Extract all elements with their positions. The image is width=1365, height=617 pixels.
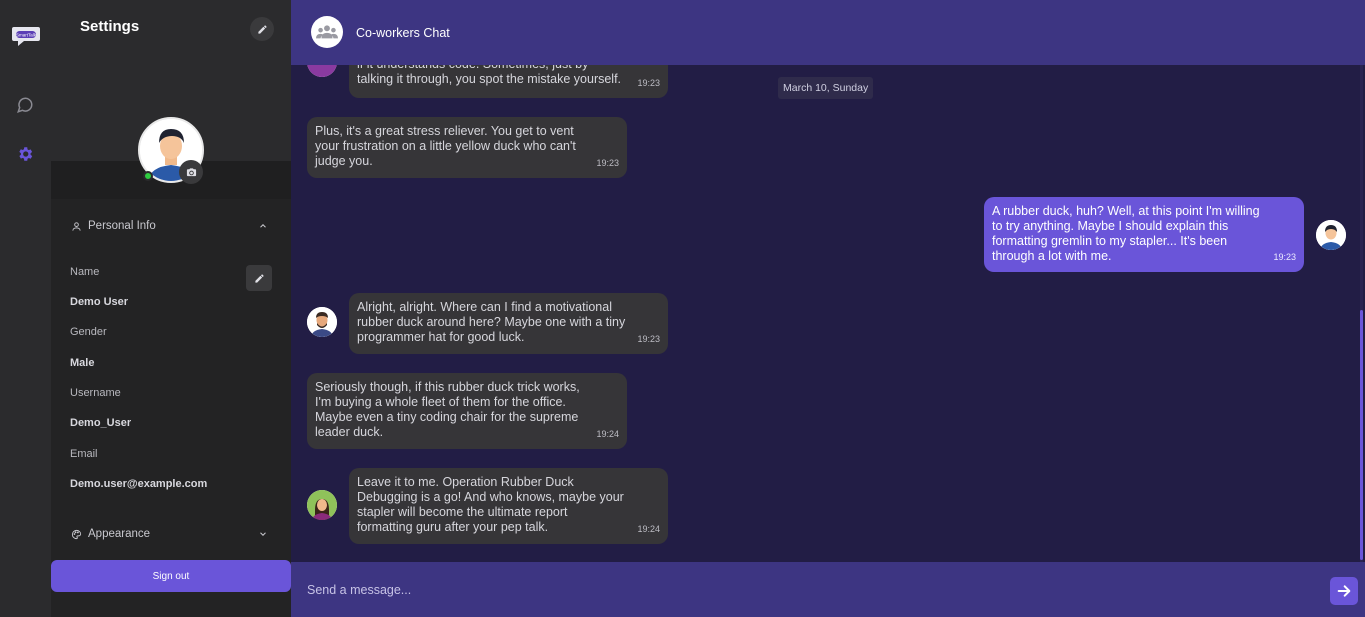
message-text: if it understands code. Sometimes, just … [357,65,622,86]
sender-avatar [307,307,337,337]
message-bubble: Plus, it's a great stress reliever. You … [307,117,627,178]
sign-out-button[interactable]: Sign out [51,560,291,592]
gear-icon[interactable] [14,143,36,165]
send-button[interactable] [1330,577,1358,605]
nav-rail: SmartTalk [0,0,51,617]
appearance-toggle[interactable]: Appearance [70,524,270,544]
message-time: 19:23 [637,78,660,88]
message-text: Alright, alright. Where can I find a mot… [357,300,626,344]
settings-title: Settings [80,18,140,35]
settings-panel: Settings Personal Info Name Demo User Ge… [51,0,291,617]
chat-title: Co-workers Chat [356,26,450,40]
message-text: Plus, it's a great stress reliever. You … [315,124,576,168]
pencil-icon [257,24,267,34]
message-composer [291,562,1365,617]
app-logo[interactable]: SmartTalk [11,24,41,48]
chat-header: Co-workers Chat [291,0,1365,65]
camera-icon [186,167,196,176]
chat-bubble-icon[interactable] [14,94,36,116]
user-icon [70,220,82,232]
palette-icon [70,528,82,540]
date-divider: March 10, Sunday [778,77,874,99]
online-status-dot [143,171,153,181]
scrollbar-thumb[interactable] [1360,310,1363,560]
message-list: if it understands code. Sometimes, just … [291,65,1365,562]
name-value: Demo User [70,296,129,308]
change-photo-button[interactable] [179,160,203,184]
username-value: Demo_User [70,417,132,429]
edit-profile-button[interactable] [250,17,274,41]
message-input[interactable] [291,562,1321,617]
chat-panel: Co-workers Chat if it understands code. … [291,0,1365,617]
pencil-icon [254,273,264,283]
message-text: A rubber duck, huh? Well, at this point … [992,204,1260,263]
own-avatar [1316,220,1346,250]
message-bubble: Alright, alright. Where can I find a mot… [349,293,668,354]
logo-text: SmartTalk [16,33,37,38]
message-time: 19:23 [637,334,660,344]
message-bubble: Seriously though, if this rubber duck tr… [307,373,627,449]
chevron-up-icon [256,219,270,233]
message-time: 19:24 [596,429,619,439]
chevron-down-icon [256,527,270,541]
email-label: Email [70,448,98,460]
sender-avatar [307,490,337,520]
personal-info-heading: Personal Info [88,220,156,232]
username-label: Username [70,387,121,399]
email-value: Demo.user@example.com [70,478,208,490]
group-icon [316,25,338,39]
gender-label: Gender [70,326,107,338]
message-bubble: Leave it to me. Operation Rubber Duck De… [349,468,668,544]
message-time: 19:24 [637,524,660,534]
message-bubble: if it understands code. Sometimes, just … [349,65,668,98]
sender-avatar [307,65,337,77]
message-text: Leave it to me. Operation Rubber Duck De… [357,475,624,534]
group-avatar[interactable] [311,16,343,48]
gender-value: Male [70,357,95,369]
message-text: Seriously though, if this rubber duck tr… [315,380,580,439]
message-time: 19:23 [596,158,619,168]
appearance-heading: Appearance [88,528,151,540]
edit-name-button[interactable] [246,265,272,291]
arrow-right-icon [1337,585,1351,597]
personal-info-toggle[interactable]: Personal Info [70,216,270,236]
message-bubble-own: A rubber duck, huh? Well, at this point … [984,197,1304,272]
name-label: Name [70,266,100,278]
message-time: 19:23 [1273,252,1296,262]
